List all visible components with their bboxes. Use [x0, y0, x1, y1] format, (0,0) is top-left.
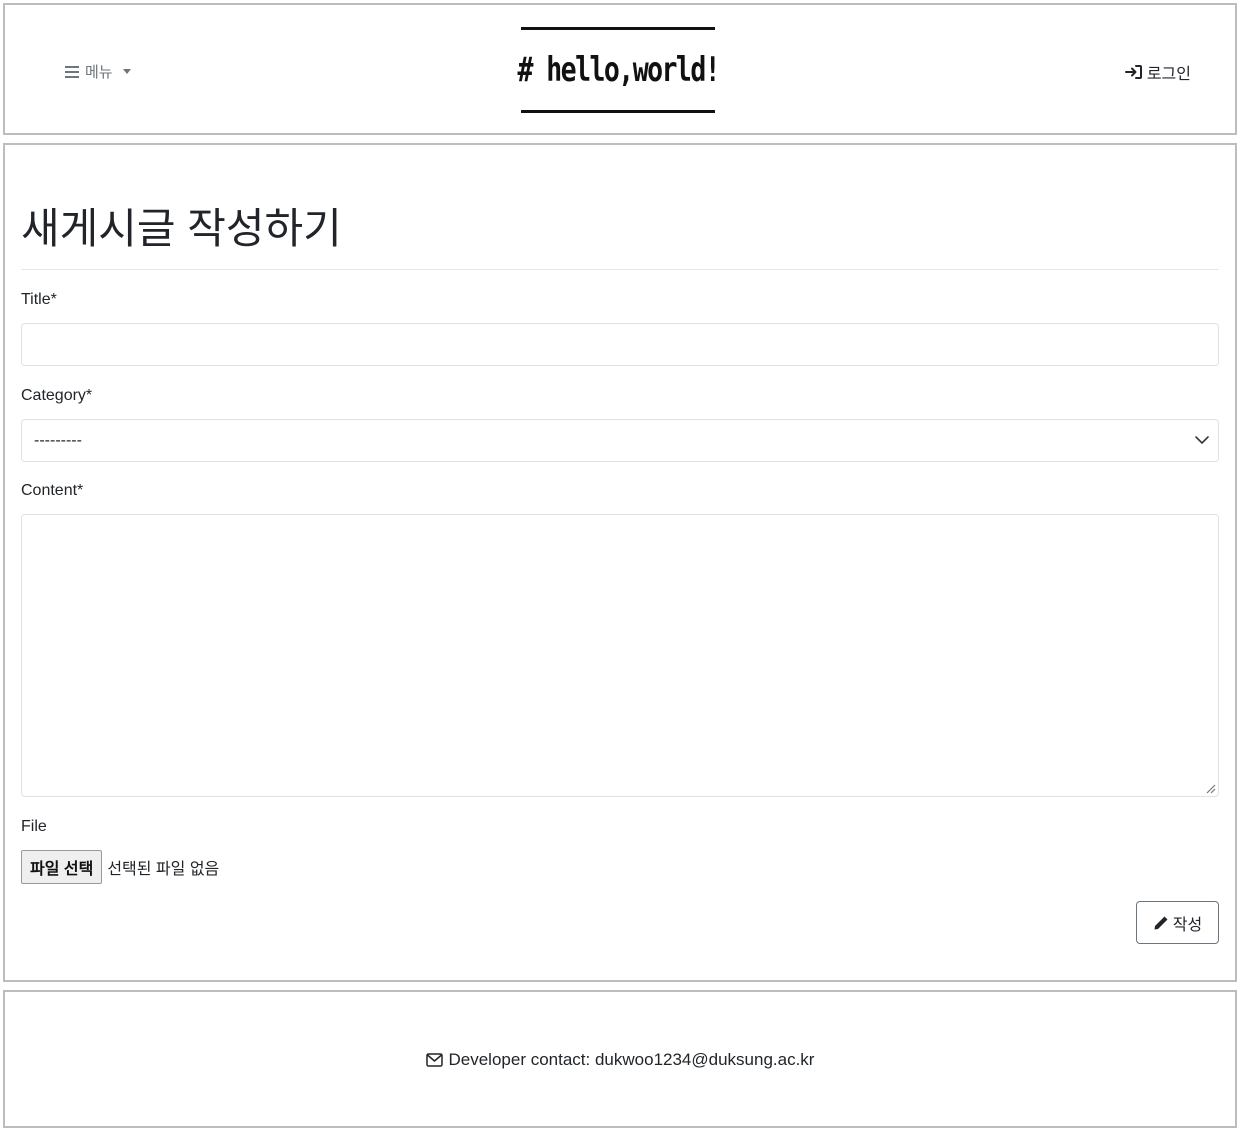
title-input[interactable]: [21, 323, 1219, 366]
post-form-container: 새게시글 작성하기 Title* Category* --------- Con…: [3, 143, 1237, 982]
envelope-icon: [425, 1053, 443, 1067]
submit-label: 작성: [1172, 916, 1203, 934]
category-select[interactable]: ---------: [21, 419, 1219, 462]
title-label: Title*: [21, 291, 57, 308]
file-status: 선택된 파일 없음: [107, 861, 220, 878]
site-header: 메뉴 # hello,world! 로그인: [3, 3, 1237, 135]
page-title: 새게시글 작성하기: [21, 205, 342, 252]
category-label: Category*: [21, 387, 93, 404]
site-logo[interactable]: # hello,world!: [517, 27, 720, 113]
sign-in-icon: [1124, 65, 1142, 79]
caret-down-icon: [122, 69, 131, 74]
pencil-icon: [1154, 916, 1168, 929]
title-divider: [21, 269, 1219, 270]
content-label: Content*: [21, 482, 84, 499]
developer-contact: Developer contact: dukwoo1234@duksung.ac…: [5, 1050, 1235, 1070]
chevron-down-icon: [1195, 436, 1209, 444]
file-choose-button[interactable]: 파일 선택: [21, 850, 103, 884]
logo-text: # hello,world!: [517, 50, 720, 90]
submit-button[interactable]: 작성: [1136, 901, 1219, 944]
login-label: 로그인: [1146, 66, 1191, 83]
menu-label: 메뉴: [85, 64, 113, 81]
content-textarea[interactable]: [21, 514, 1219, 797]
file-label: File: [21, 818, 47, 835]
site-footer: Developer contact: dukwoo1234@duksung.ac…: [3, 990, 1237, 1128]
login-link[interactable]: 로그인: [1124, 60, 1191, 84]
bars-icon: [65, 65, 81, 78]
category-selected-value: ---------: [34, 431, 82, 449]
contact-text: Developer contact: dukwoo1234@duksung.ac…: [448, 1050, 815, 1069]
resize-grip-icon[interactable]: [1204, 782, 1216, 794]
menu-dropdown-toggle[interactable]: 메뉴: [65, 61, 131, 82]
file-input[interactable]: 파일 선택 선택된 파일 없음: [21, 850, 219, 884]
